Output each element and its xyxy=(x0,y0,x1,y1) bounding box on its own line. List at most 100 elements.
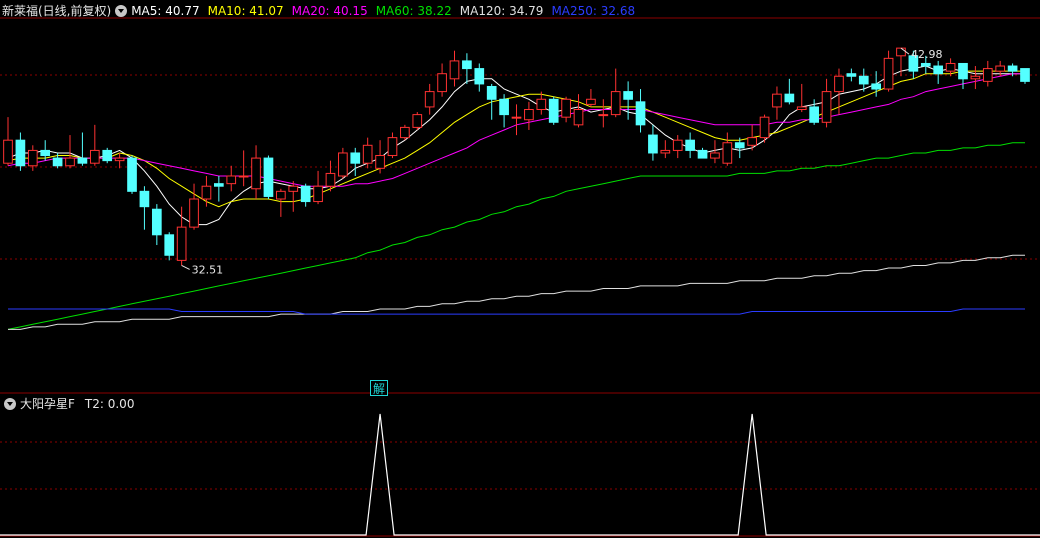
stock-title: 新莱福(日线,前复权) xyxy=(2,4,112,18)
candle-body xyxy=(27,149,38,167)
ma5-line xyxy=(7,65,1025,226)
ma250-line xyxy=(8,308,1025,315)
candle-body xyxy=(896,47,906,57)
candle-body xyxy=(238,175,249,178)
candle-body xyxy=(660,149,671,154)
candle-body xyxy=(214,183,224,187)
indicator-legend: 大阳孕星F T2: 0.00 xyxy=(0,394,134,414)
candle-body xyxy=(710,152,720,159)
candle-body xyxy=(276,190,286,200)
candle-body xyxy=(362,144,373,164)
candle-body xyxy=(226,175,237,185)
candle-body xyxy=(15,139,26,167)
candle-body xyxy=(586,98,596,105)
candle-body xyxy=(561,98,571,118)
candle-body xyxy=(548,98,559,123)
ma10-label: MA10: 41.07 xyxy=(207,4,284,18)
low-price-label: 32.51 xyxy=(192,263,224,276)
candle-body xyxy=(424,91,435,108)
candle-body xyxy=(114,157,125,162)
candle-body xyxy=(958,62,968,80)
candle-body xyxy=(672,139,683,151)
candle-body xyxy=(176,226,187,261)
candle-body xyxy=(375,155,385,169)
candle-body xyxy=(970,75,981,80)
ma120-label: MA120: 34.79 xyxy=(459,4,544,18)
candle-body xyxy=(251,157,261,190)
candle-body xyxy=(995,65,1006,72)
ma20-label: MA20: 40.15 xyxy=(291,4,368,18)
high-price-label: 42.98 xyxy=(911,48,943,61)
candle-body xyxy=(449,60,460,80)
candle-body xyxy=(871,83,882,90)
candle-body xyxy=(127,157,137,192)
candle-body xyxy=(387,137,398,157)
candle-body xyxy=(920,62,931,67)
candle-body xyxy=(350,152,361,164)
candle-body xyxy=(858,75,869,85)
candle-body xyxy=(3,139,13,164)
indicator-t2-value: T2: 0.00 xyxy=(84,397,135,411)
ma10-line xyxy=(7,70,1025,208)
candle-body xyxy=(610,91,621,116)
candle-body xyxy=(536,98,547,111)
candle-body xyxy=(474,68,485,85)
candle-body xyxy=(598,114,609,117)
candle-body xyxy=(52,157,63,167)
candle-body xyxy=(511,116,522,119)
candle-body xyxy=(139,190,150,208)
candle-body xyxy=(338,152,348,177)
kline-chart[interactable]: 42.98 32.51 xyxy=(0,0,1040,538)
candle-body xyxy=(809,106,819,123)
unlock-marker[interactable]: 解 xyxy=(370,380,388,396)
candle-body xyxy=(437,73,447,93)
candle-body xyxy=(263,157,274,197)
candle-body xyxy=(722,142,733,164)
candle-body xyxy=(40,149,51,157)
collapse-arrow-icon[interactable] xyxy=(115,5,128,17)
candle-body xyxy=(89,149,100,164)
candle-body xyxy=(635,101,646,126)
collapse-arrow-icon[interactable] xyxy=(4,398,16,410)
candle-body xyxy=(164,234,175,256)
candle-body xyxy=(648,134,658,154)
candle-body xyxy=(77,157,88,164)
candle-body xyxy=(933,65,944,75)
candle-body xyxy=(883,57,894,90)
candle-body xyxy=(697,149,708,159)
candle-body xyxy=(102,149,113,162)
ma5-label: MA5: 40.77 xyxy=(131,4,200,18)
candle-body xyxy=(846,73,857,77)
candle-body xyxy=(400,126,410,139)
candle-body xyxy=(1007,65,1018,72)
candle-body xyxy=(759,116,770,139)
candle-body xyxy=(982,68,993,82)
ma60-line xyxy=(7,142,1025,330)
candle-body xyxy=(300,185,311,203)
candle-body xyxy=(462,60,472,70)
candle-body xyxy=(524,109,534,121)
ma250-label: MA250: 32.68 xyxy=(551,4,636,18)
candle-body xyxy=(772,93,782,108)
low-mark-pointer xyxy=(181,265,190,270)
candle-body xyxy=(189,198,199,228)
candle-body xyxy=(65,157,75,167)
candle-body xyxy=(685,139,695,151)
candle-body xyxy=(623,91,633,100)
candle-body xyxy=(151,208,162,236)
candle-body xyxy=(1020,68,1030,82)
main-chart-legend: 新莱福(日线,前复权) MA5: 40.77 MA10: 41.07 MA20:… xyxy=(0,1,643,21)
indicator-line xyxy=(0,413,1040,536)
ma60-label: MA60: 38.22 xyxy=(375,4,452,18)
indicator-name: 大阳孕星F xyxy=(20,397,75,411)
ma120-line xyxy=(8,254,1025,330)
candle-body xyxy=(313,185,323,203)
candle-body xyxy=(796,106,807,110)
candle-body xyxy=(834,75,844,93)
candle-body xyxy=(499,98,509,116)
candle-body xyxy=(201,185,212,200)
candle-body xyxy=(747,137,757,146)
candle-body xyxy=(734,142,745,149)
candle-body xyxy=(573,109,584,126)
candle-body xyxy=(325,172,336,187)
